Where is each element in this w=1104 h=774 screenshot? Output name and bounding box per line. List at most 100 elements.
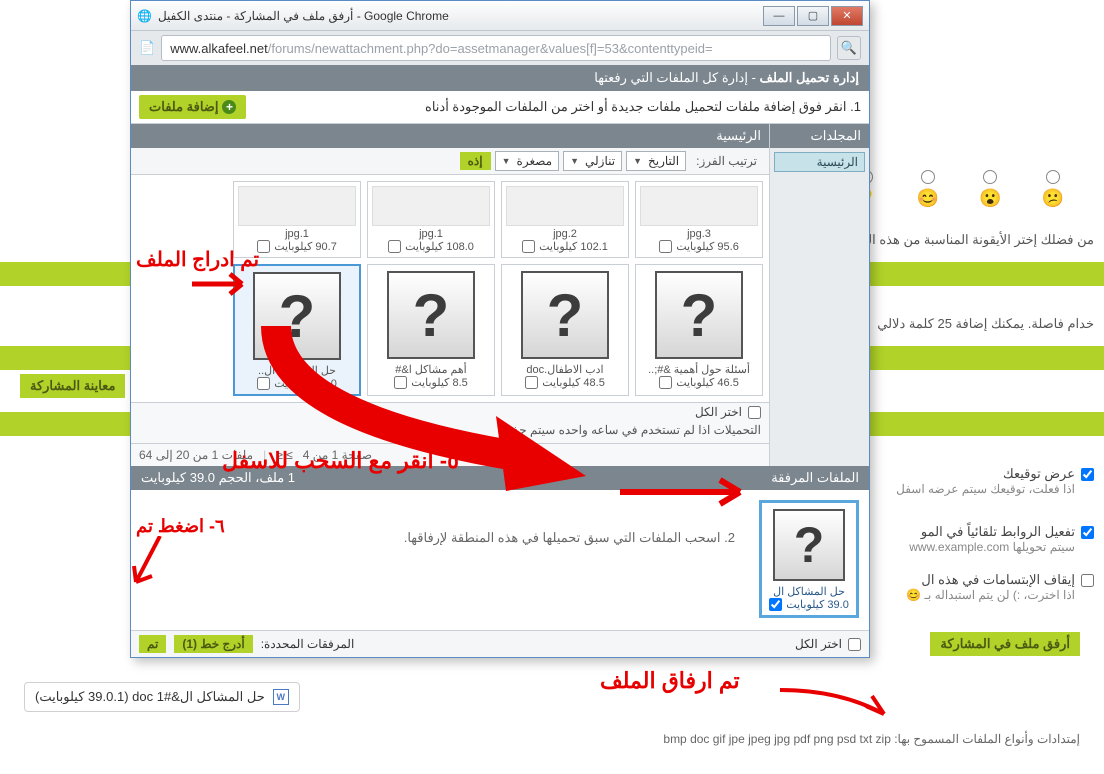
footer-row: اختر الكل المرفقات المحددة: أدرج خط (1) … [131,630,869,657]
file-name: jpg.1 [372,228,490,240]
attached-file-name[interactable]: حل المشاكل ال&#1 doc (39.0.1 كيلوبايت) [35,689,265,705]
auto-links-label: تفعيل الروابط تلقائياً في المو [909,524,1075,540]
file-size: 39.0 كيلوبايت [274,377,337,390]
minimize-button[interactable]: — [763,6,795,26]
file-tile[interactable]: jpg.395.6 كيلوبايت [635,181,763,258]
selected-label: المرفقات المحددة: [261,637,355,651]
folders-title: المجلدات [770,124,869,148]
radio[interactable] [1046,170,1060,184]
file-checkbox[interactable] [525,376,538,389]
file-tile[interactable]: jpg.1108.0 كيلوبايت [367,181,495,258]
icon-picker-row: 😕 😮 😊 💡 [854,170,1104,209]
attached-tile[interactable]: ? حل المشاكل ال 39.0 كيلوبايت [759,500,859,618]
radio[interactable] [921,170,935,184]
select-all-label: اختر الكل [695,405,742,419]
plus-icon: + [222,100,236,114]
question-icon: ? [387,271,475,359]
show-signature-option[interactable]: عرض توقيعك اذا فعلت، توقيعك سيتم عرضه اس… [896,466,1094,496]
file-checkbox[interactable] [659,240,672,253]
doc-icon: W [273,689,289,705]
url-input[interactable]: www.alkafeel.net/forums/newattachment.ph… [161,35,831,61]
file-tile[interactable]: jpg.2102.1 كيلوبايت [501,181,629,258]
file-tile[interactable]: ?أسئلة حول أهمية &#;..46.5 كيلوبايت [635,264,763,396]
radio[interactable] [983,170,997,184]
thumbnail [372,186,490,226]
dialog-subtitle: - إدارة كل الملفات التي رفعتها [594,70,756,85]
file-name: أهم مشاكل ا&# [372,363,490,376]
sidebar-item-root[interactable]: الرئيسية [774,152,865,172]
auto-links-sub: سيتم تحويلها www.example.com [909,540,1075,554]
confused-icon: 😕 [1042,188,1064,209]
attached-tile-size: 39.0 كيلوبايت [786,598,849,611]
select-all-checkbox[interactable] [748,406,761,419]
file-size: 8.5 كيلوبايت [411,376,468,389]
page-icon: 📄 [139,40,155,56]
icon-picker-caption: من فضلك إختر الأيقونة المناسبة من هذه ال… [840,232,1094,248]
surprised-icon: 😮 [979,188,1001,209]
disable-smilies-label: إيقاف الإبتسامات في هذه ال [906,572,1075,588]
close-button[interactable]: ✕ [831,6,863,26]
question-icon: ? [253,272,341,360]
tags-hint: خدام فاصلة. يمكنك إضافة 25 كلمة دلالي [877,316,1094,332]
allowed-extensions: إمتدادات وأنواع الملفات المسموح بها: bmp… [663,732,1080,746]
file-checkbox[interactable] [388,240,401,253]
sort-by-select[interactable]: التاريخ▼ [626,151,686,171]
arrow-icon [620,472,760,512]
file-size: 90.7 كيلوبايت [274,240,337,253]
smile-icon: 😊 [917,188,939,209]
file-tile[interactable]: jpg.190.7 كيلوبايت [233,181,361,258]
add-files-button[interactable]: + إضافة ملفات [139,95,246,119]
chrome-popup-window: 🌐 أرفق ملف في المشاركة - منتدى الكفيل - … [130,0,870,658]
footer-select-all-checkbox[interactable] [848,638,861,651]
file-checkbox[interactable] [394,376,407,389]
file-name: jpg.2 [506,228,624,240]
url-host: www.alkafeel.net [170,41,268,56]
select-all-row: اختر الكل [131,402,769,421]
arrow-icon [192,268,262,298]
show-signature-sub: اذا فعلت، توقيعك سيتم عرضه اسفل [896,482,1075,496]
annotation-3: ٦- اضغط تم [136,516,225,537]
footer-select-all-label: اختر الكل [795,637,842,651]
thumbnail [640,186,758,226]
file-size: 95.6 كيلوبايت [676,240,739,253]
attached-title: الملفات المرفقة [771,470,859,486]
dialog-header: إدارة تحميل الملف - إدارة كل الملفات الت… [131,65,869,91]
file-checkbox[interactable] [257,377,270,390]
file-size: 48.5 كيلوبايت [542,376,605,389]
file-checkbox[interactable] [257,240,270,253]
file-name: حل المشاكل ال.. [239,364,355,377]
disable-smilies-sub: اذا اخترت، :) لن يتم استبداله بـ 😊 [906,588,1075,602]
file-tile[interactable]: ? ادب الاطفال.doc48.5 كيلوبايت [501,264,629,396]
disable-smilies-checkbox[interactable] [1081,574,1094,587]
chevron-down-icon: ▼ [570,156,579,166]
go-button[interactable]: إذه [460,152,491,170]
window-titlebar[interactable]: 🌐 أرفق ملف في المشاركة - منتدى الكفيل - … [131,1,869,31]
question-icon: ? [655,271,743,359]
thumb-size-select[interactable]: مصغرة▼ [495,151,559,171]
file-name: jpg.1 [238,228,356,240]
preview-post-button[interactable]: معاينة المشاركة [20,374,125,398]
sort-dir-select[interactable]: تنازلي▼ [563,151,622,171]
file-tile[interactable]: ? أهم مشاكل ا&#8.5 كيلوبايت [367,264,495,396]
file-checkbox[interactable] [659,376,672,389]
search-icon[interactable]: 🔍 [837,36,861,60]
file-name: ادب الاطفال.doc [506,363,624,376]
maximize-button[interactable]: ▢ [797,6,829,26]
disable-smilies-option[interactable]: إيقاف الإبتسامات في هذه ال اذا اخترت، :)… [906,572,1094,602]
step1-text: 1. انقر فوق إضافة ملفات لتحميل ملفات جدي… [425,99,861,115]
address-bar: 📄 www.alkafeel.net/forums/newattachment.… [131,31,869,65]
attach-section-title: أرفق ملف في المشاركة [930,632,1080,656]
insert-inline-button[interactable]: أدرج خط (1) [174,635,252,653]
auto-links-option[interactable]: تفعيل الروابط تلقائياً في المو سيتم تحوي… [909,524,1094,554]
attached-tile-checkbox[interactable] [769,598,782,611]
show-signature-checkbox[interactable] [1081,468,1094,481]
question-icon: ? [521,271,609,359]
done-button[interactable]: تم [139,635,166,653]
arrow-icon [780,684,900,724]
app-icon: 🌐 [137,9,152,23]
attached-tile-name: حل المشاكل ال [773,586,845,598]
auto-links-checkbox[interactable] [1081,526,1094,539]
file-checkbox[interactable] [522,240,535,253]
annotation-4: تم ارفاق الملف [600,668,740,694]
chevron-down-icon: ▼ [502,156,511,166]
